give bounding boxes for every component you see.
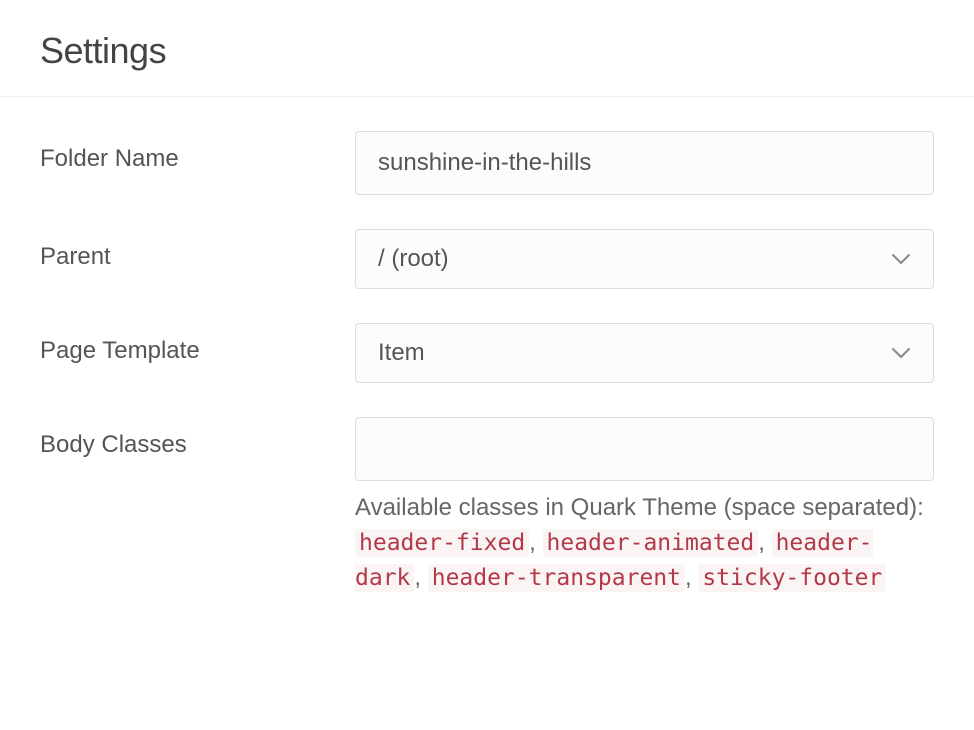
folder-name-label: Folder Name [40,131,355,173]
body-classes-input[interactable] [355,417,934,481]
page-template-row: Page Template Item [40,323,934,383]
body-classes-control: Available classes in Quark Theme (space … [355,417,934,595]
separator: , [529,529,542,556]
chevron-down-icon [891,249,911,269]
separator: , [758,529,771,556]
separator: , [414,564,427,591]
body-classes-label: Body Classes [40,417,355,459]
parent-select[interactable]: / (root) [355,229,934,289]
body-classes-row: Body Classes Available classes in Quark … [40,417,934,595]
folder-name-control [355,131,934,195]
chevron-down-icon [891,343,911,363]
parent-label: Parent [40,229,355,271]
page-title: Settings [40,30,934,72]
separator: , [685,564,698,591]
body-class-code: header-fixed [355,529,529,557]
folder-name-row: Folder Name [40,131,934,195]
body-classes-help-intro: Available classes in Quark Theme (space … [355,494,924,521]
parent-row: Parent / (root) [40,229,934,289]
body-class-code: header-transparent [428,564,685,592]
parent-select-value: / (root) [378,245,891,273]
settings-form: Folder Name Parent / (root) Page Templat… [0,97,974,625]
page-template-select[interactable]: Item [355,323,934,383]
body-class-code: header-animated [543,529,759,557]
body-classes-help: Available classes in Quark Theme (space … [355,491,934,595]
page-template-control: Item [355,323,934,383]
settings-header: Settings [0,0,974,97]
page-template-select-value: Item [378,339,891,367]
page-template-label: Page Template [40,323,355,365]
parent-control: / (root) [355,229,934,289]
folder-name-input[interactable] [355,131,934,195]
body-class-code: sticky-footer [698,564,886,592]
body-classes-list: header-fixed, header-animated, header-da… [355,529,886,591]
